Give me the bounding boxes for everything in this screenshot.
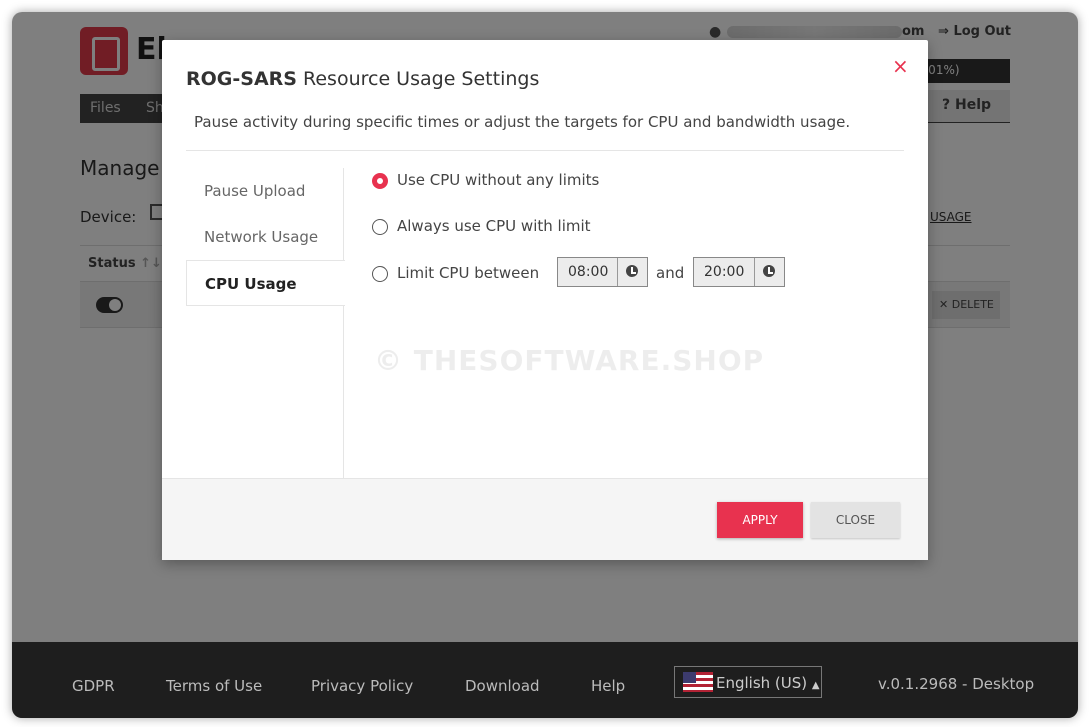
us-flag-icon [683, 672, 713, 692]
clock-icon[interactable] [754, 258, 784, 286]
end-time-input[interactable]: 20:00 [693, 257, 785, 287]
close-icon[interactable]: × [892, 54, 909, 78]
resource-usage-dialog: ROG-SARS Resource Usage Settings × Pause… [162, 40, 928, 560]
app-window: El ● om ⇒ Log Out B (0.01%) Files Sh ? H… [12, 12, 1078, 718]
option-label: Always use CPU with limit [397, 217, 591, 235]
footer-link-help[interactable]: Help [591, 677, 625, 695]
option-label: Limit CPU between [397, 264, 540, 282]
tab-network-usage[interactable]: Network Usage [186, 214, 344, 260]
radio-unselected[interactable] [372, 219, 388, 235]
footer: GDPR Terms of Use Privacy Policy Downloa… [12, 642, 1078, 718]
dialog-description: Pause activity during specific times or … [194, 113, 851, 131]
option-no-limit[interactable]: Use CPU without any limits [370, 170, 810, 194]
start-time-input[interactable]: 08:00 [557, 257, 648, 287]
radio-selected[interactable] [372, 173, 388, 189]
dialog-title: ROG-SARS Resource Usage Settings [186, 68, 539, 90]
tab-pause-upload[interactable]: Pause Upload [186, 168, 344, 214]
start-time-value: 08:00 [568, 264, 609, 280]
option-label: Use CPU without any limits [397, 171, 600, 189]
radio-unselected[interactable] [372, 266, 388, 282]
clock-icon[interactable] [617, 258, 647, 286]
device-name: ROG-SARS [186, 68, 297, 90]
option-always-limit[interactable]: Always use CPU with limit [370, 216, 810, 240]
dialog-footer: APPLY CLOSE [162, 478, 928, 560]
footer-link-gdpr[interactable]: GDPR [72, 677, 115, 695]
dialog-title-text: Resource Usage Settings [296, 68, 540, 90]
divider [186, 150, 904, 151]
footer-link-terms[interactable]: Terms of Use [166, 677, 262, 695]
apply-button[interactable]: APPLY [717, 502, 803, 538]
footer-link-privacy[interactable]: Privacy Policy [311, 677, 413, 695]
language-select[interactable]: English (US) ▲ [674, 666, 822, 698]
option-limit-between[interactable]: Limit CPU between 08:00 and 20:00 [370, 257, 810, 287]
watermark: © THESOFTWARE.SHOP [374, 344, 765, 377]
and-label: and [656, 264, 685, 282]
tab-cpu-usage[interactable]: CPU Usage [186, 260, 345, 306]
caret-up-icon: ▲ [811, 680, 820, 691]
end-time-value: 20:00 [704, 264, 745, 280]
settings-tabs: Pause Upload Network Usage CPU Usage [186, 168, 345, 478]
close-button[interactable]: CLOSE [811, 502, 900, 538]
footer-link-download[interactable]: Download [465, 677, 540, 695]
language-label: English (US) [716, 674, 808, 692]
version-text: v.0.1.2968 - Desktop [878, 675, 1035, 693]
